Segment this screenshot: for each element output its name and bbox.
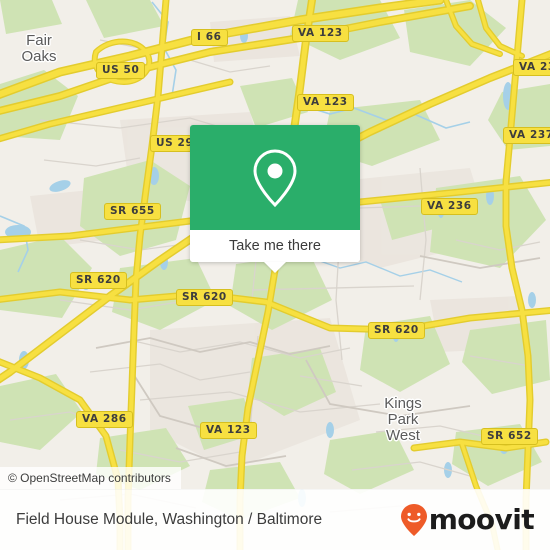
popup-image-placeholder (190, 125, 360, 230)
road-shield-sr-620-mid[interactable]: SR 620 (176, 289, 233, 306)
location-popup-card[interactable]: Take me there (190, 125, 360, 273)
road-shield-va-123-south[interactable]: VA 123 (200, 422, 257, 439)
road-shield-va-123-north[interactable]: VA 123 (292, 25, 349, 42)
take-me-there-button[interactable]: Take me there (190, 230, 360, 273)
road-shield-us-50[interactable]: US 50 (96, 62, 146, 79)
road-shield-va-236[interactable]: VA 236 (421, 198, 478, 215)
road-shield-sr-655[interactable]: SR 655 (104, 203, 161, 220)
moovit-pin-icon (400, 504, 427, 536)
take-me-there-label: Take me there (229, 238, 321, 254)
road-shield-va-23x[interactable]: VA 23 (513, 59, 550, 76)
road-shield-va-237[interactable]: VA 237 (503, 127, 550, 144)
road-shield-sr-620-east[interactable]: SR 620 (368, 322, 425, 339)
place-label-fair-oaks: Fair Oaks (21, 32, 57, 65)
road-shield-va-123-mid[interactable]: VA 123 (297, 94, 354, 111)
popup-pointer-tail (264, 262, 286, 273)
map-attribution[interactable]: © OpenStreetMap contributors (0, 467, 181, 489)
moovit-wordmark: moovit (428, 503, 535, 536)
footer-bar: Field House Module, Washington / Baltimo… (0, 489, 550, 550)
map-screenshot-root: Fair Oaks Kings Park West I 66 VA 123 US… (0, 0, 550, 550)
road-shield-sr-652[interactable]: SR 652 (481, 428, 538, 445)
attribution-text: © OpenStreetMap contributors (8, 471, 171, 485)
place-label-kings-park-west: Kings Park West (384, 395, 422, 444)
road-shield-i-66[interactable]: I 66 (191, 29, 228, 46)
location-title: Field House Module, Washington / Baltimo… (16, 511, 323, 528)
road-shield-va-286[interactable]: VA 286 (76, 411, 133, 428)
road-shield-sr-620-west[interactable]: SR 620 (70, 272, 127, 289)
moovit-logo[interactable]: moovit (399, 503, 535, 537)
map-pin-icon (253, 148, 297, 207)
